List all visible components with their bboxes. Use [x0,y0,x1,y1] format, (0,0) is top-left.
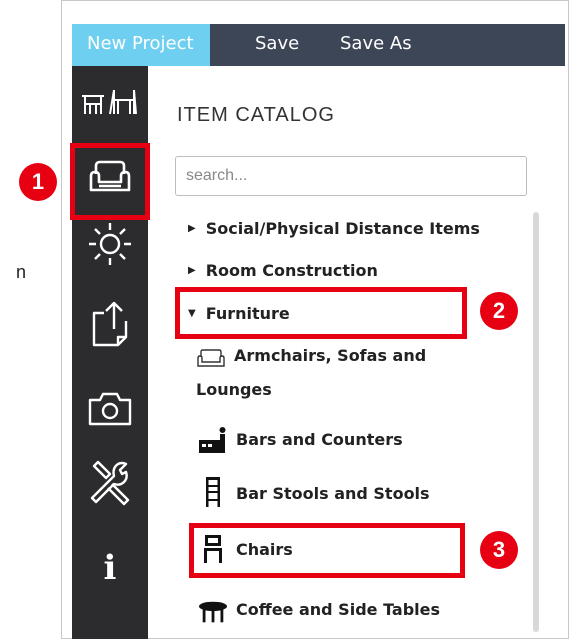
info-icon[interactable]: i [72,538,148,598]
item-bars-counters[interactable]: Bars and Counters [198,424,403,454]
item-label: Coffee and Side Tables [236,599,441,619]
category-label: Room Construction [205,261,378,280]
bar-counter-icon [198,424,228,454]
item-label: Bars and Counters [236,429,403,449]
highlight-box-1 [70,143,150,220]
edge-text-fragment: n [16,262,27,282]
item-armchairs-sofas[interactable]: Armchairs, Sofas and [196,340,426,370]
floorplan-icon[interactable] [72,72,148,132]
light-icon[interactable] [72,214,148,274]
item-armchairs-sofas-line2[interactable]: Lounges [196,380,272,399]
save-as-tab[interactable]: Save As [340,24,412,66]
catalog-search-input[interactable] [175,156,527,196]
bar-stool-icon [198,477,228,508]
step-badge-1: 1 [19,163,57,201]
catalog-scrollbar[interactable] [533,212,539,632]
item-label: Armchairs, Sofas and [234,345,427,365]
caret-right-icon: ▶ [188,223,196,234]
catalog-title: ITEM CATALOG [177,104,335,126]
top-toolbar: New Project Save Save As [72,24,565,66]
tools-icon[interactable] [72,452,148,512]
info-glyph: i [103,548,117,588]
camera-icon[interactable] [72,378,148,438]
save-tab[interactable]: Save [255,24,299,66]
step-badge-3: 3 [480,531,518,569]
category-room-construction[interactable]: ▶ Room Construction [188,261,378,280]
sofa-icon [196,340,226,370]
step-badge-2: 2 [480,292,518,330]
table-icon [198,594,228,624]
item-label: Lounges [196,380,272,399]
caret-right-icon: ▶ [188,265,196,276]
item-bar-stools[interactable]: Bar Stools and Stools [198,477,430,508]
export-icon[interactable] [72,294,148,354]
category-social-distance[interactable]: ▶ Social/Physical Distance Items [188,219,480,238]
category-label: Social/Physical Distance Items [205,219,480,238]
new-project-tab[interactable]: New Project [72,24,210,66]
highlight-box-3 [189,523,465,578]
highlight-box-2 [175,287,467,339]
item-label: Bar Stools and Stools [236,483,430,503]
item-coffee-side-tables[interactable]: Coffee and Side Tables [198,594,440,624]
